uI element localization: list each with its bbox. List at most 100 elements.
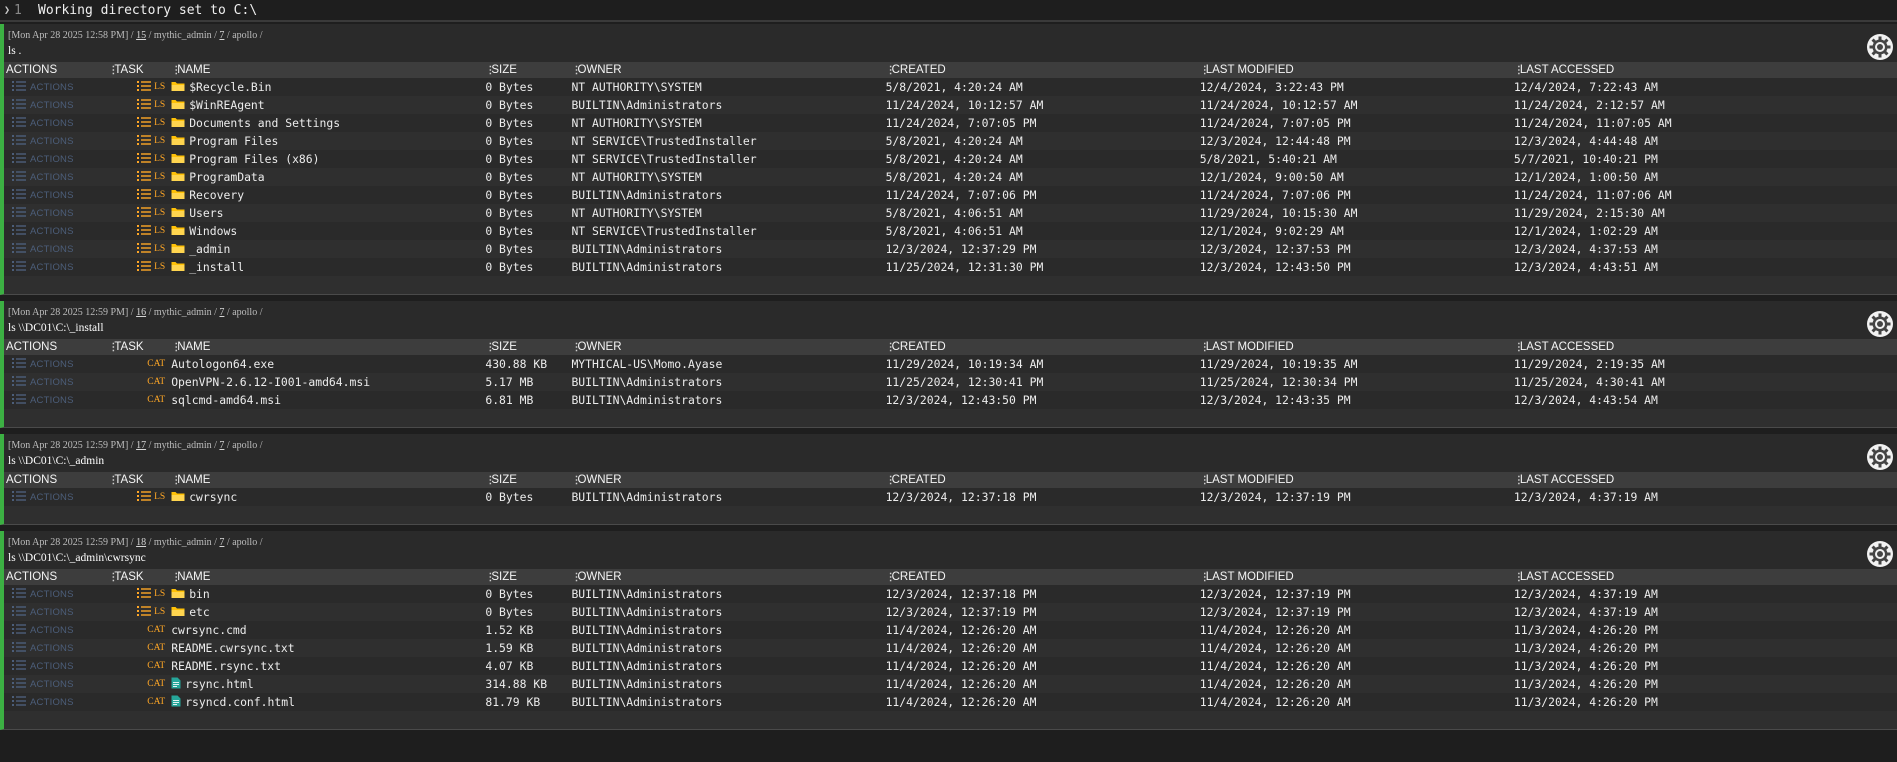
collapse-chevron-icon[interactable]: ❯ <box>0 5 14 16</box>
column-menu-icon[interactable]: ⋮ <box>485 572 495 583</box>
col-name-header[interactable]: ⋮NAME <box>169 62 483 78</box>
gear-icon[interactable] <box>1867 34 1893 60</box>
col-owner-header[interactable]: ⋮OWNER <box>569 569 883 585</box>
gear-icon[interactable] <box>1867 541 1893 567</box>
col-created-header[interactable]: ⋮CREATED <box>884 62 1198 78</box>
task-cell[interactable]: LS <box>108 587 169 602</box>
col-last-modified-header[interactable]: ⋮LAST MODIFIED <box>1198 472 1512 488</box>
col-owner-header[interactable]: ⋮OWNER <box>569 339 883 355</box>
task-cell[interactable]: CAT <box>108 377 169 387</box>
column-menu-icon[interactable]: ⋮ <box>886 342 896 353</box>
task-cell[interactable]: LS <box>108 242 169 257</box>
column-menu-icon[interactable]: ⋮ <box>171 342 181 353</box>
table-row[interactable]: ACTIONS LS etc 0 Bytes BUILTIN\Administrator… <box>4 603 1897 621</box>
table-row[interactable]: ACTIONS CAT README.cwrsync.txt 1.59 KB BUILT… <box>4 639 1897 657</box>
name-cell[interactable]: rsyncd.conf.html <box>171 695 483 710</box>
col-owner-header[interactable]: ⋮OWNER <box>569 472 883 488</box>
col-created-header[interactable]: ⋮CREATED <box>884 339 1198 355</box>
table-row[interactable]: ACTIONS LS Program Files (x86) 0 Bytes NT SE… <box>4 150 1897 168</box>
column-menu-icon[interactable]: ⋮ <box>171 65 181 76</box>
task-cell[interactable]: CAT <box>108 643 169 653</box>
table-row[interactable]: ACTIONS CAT rsyncd.conf.html 81.79 KB BUILTI… <box>4 693 1897 711</box>
name-cell[interactable]: etc <box>171 605 483 620</box>
column-menu-icon[interactable]: ⋮ <box>571 572 581 583</box>
actions-menu[interactable]: ACTIONS <box>6 641 106 656</box>
task-cell[interactable]: CAT <box>108 661 169 671</box>
task-cell[interactable]: LS <box>108 116 169 131</box>
actions-menu[interactable]: ACTIONS <box>6 623 106 638</box>
column-menu-icon[interactable]: ⋮ <box>1514 572 1524 583</box>
col-created-header[interactable]: ⋮CREATED <box>884 472 1198 488</box>
table-row[interactable]: ACTIONS LS _admin 0 Bytes BUILTIN\Administra… <box>4 240 1897 258</box>
actions-menu[interactable]: ACTIONS <box>6 375 106 390</box>
name-cell[interactable]: Program Files <box>171 134 483 149</box>
task-cell[interactable]: LS <box>108 170 169 185</box>
column-menu-icon[interactable]: ⋮ <box>571 475 581 486</box>
actions-menu[interactable]: ACTIONS <box>6 80 106 95</box>
column-menu-icon[interactable]: ⋮ <box>485 65 495 76</box>
table-row[interactable]: ACTIONS LS $Recycle.Bin 0 Bytes NT AUTHORITY… <box>4 78 1897 96</box>
actions-menu[interactable]: ACTIONS <box>6 152 106 167</box>
table-row[interactable]: ACTIONS CAT OpenVPN-2.6.12-I001-amd64.msi 5… <box>4 373 1897 391</box>
col-last-modified-header[interactable]: ⋮LAST MODIFIED <box>1198 339 1512 355</box>
table-row[interactable]: ACTIONS LS ProgramData 0 Bytes NT AUTHORITY\… <box>4 168 1897 186</box>
task-cell[interactable]: LS <box>108 80 169 95</box>
task-cell[interactable]: LS <box>108 188 169 203</box>
column-menu-icon[interactable]: ⋮ <box>886 572 896 583</box>
name-cell[interactable]: README.cwrsync.txt <box>171 641 483 655</box>
column-menu-icon[interactable]: ⋮ <box>1514 65 1524 76</box>
name-cell[interactable]: OpenVPN-2.6.12-I001-amd64.msi <box>171 375 483 389</box>
task-cell[interactable]: CAT <box>108 625 169 635</box>
col-task-header[interactable]: ⋮TASK <box>106 62 169 78</box>
task-cell[interactable]: LS <box>108 152 169 167</box>
actions-menu[interactable]: ACTIONS <box>6 490 106 505</box>
task-cell[interactable]: CAT <box>108 679 169 689</box>
actions-menu[interactable]: ACTIONS <box>6 224 106 239</box>
column-menu-icon[interactable]: ⋮ <box>886 65 896 76</box>
col-last-modified-header[interactable]: ⋮LAST MODIFIED <box>1198 569 1512 585</box>
column-menu-icon[interactable]: ⋮ <box>108 342 118 353</box>
task-id-link[interactable]: 15 <box>136 30 146 41</box>
actions-menu[interactable]: ACTIONS <box>6 170 106 185</box>
col-size-header[interactable]: ⋮SIZE <box>483 472 569 488</box>
actions-menu[interactable]: ACTIONS <box>6 116 106 131</box>
column-menu-icon[interactable]: ⋮ <box>886 475 896 486</box>
actions-menu[interactable]: ACTIONS <box>6 206 106 221</box>
column-menu-icon[interactable]: ⋮ <box>108 572 118 583</box>
col-owner-header[interactable]: ⋮OWNER <box>569 62 883 78</box>
name-cell[interactable]: Documents and Settings <box>171 116 483 131</box>
name-cell[interactable]: bin <box>171 587 483 602</box>
column-menu-icon[interactable]: ⋮ <box>485 475 495 486</box>
table-row[interactable]: ACTIONS LS Users 0 Bytes NT AUTHORITY\SYSTEM… <box>4 204 1897 222</box>
task-cell[interactable]: CAT <box>108 697 169 707</box>
task-cell[interactable]: CAT <box>108 359 169 369</box>
column-menu-icon[interactable]: ⋮ <box>108 65 118 76</box>
actions-menu[interactable]: ACTIONS <box>6 659 106 674</box>
name-cell[interactable]: Users <box>171 206 483 221</box>
table-row[interactable]: ACTIONS LS _install 0 Bytes BUILTIN\Administ… <box>4 258 1897 276</box>
col-size-header[interactable]: ⋮SIZE <box>483 62 569 78</box>
actions-menu[interactable]: ACTIONS <box>6 605 106 620</box>
name-cell[interactable]: Recovery <box>171 188 483 203</box>
task-cell[interactable]: LS <box>108 260 169 275</box>
actions-menu[interactable]: ACTIONS <box>6 587 106 602</box>
callback-id-link[interactable]: 7 <box>219 30 224 41</box>
table-row[interactable]: ACTIONS CAT README.rsync.txt 4.07 KB BUILTIN… <box>4 657 1897 675</box>
column-menu-icon[interactable]: ⋮ <box>1200 475 1210 486</box>
name-cell[interactable]: rsync.html <box>171 677 483 692</box>
task-cell[interactable]: LS <box>108 490 169 505</box>
column-menu-icon[interactable]: ⋮ <box>1200 572 1210 583</box>
col-name-header[interactable]: ⋮NAME <box>169 472 483 488</box>
table-row[interactable]: ACTIONS LS Windows 0 Bytes NT SERVICE\Truste… <box>4 222 1897 240</box>
column-menu-icon[interactable]: ⋮ <box>1200 65 1210 76</box>
actions-menu[interactable]: ACTIONS <box>6 134 106 149</box>
column-menu-icon[interactable]: ⋮ <box>171 572 181 583</box>
table-row[interactable]: ACTIONS CAT sqlcmd-amd64.msi 6.81 MB BUILTIN… <box>4 391 1897 409</box>
column-menu-icon[interactable]: ⋮ <box>1200 342 1210 353</box>
task-cell[interactable]: LS <box>108 206 169 221</box>
table-row[interactable]: ACTIONS CAT cwrsync.cmd 1.52 KB BUILTIN\Admi… <box>4 621 1897 639</box>
column-menu-icon[interactable]: ⋮ <box>485 342 495 353</box>
column-menu-icon[interactable]: ⋮ <box>571 65 581 76</box>
gear-icon[interactable] <box>1867 311 1893 337</box>
name-cell[interactable]: _install <box>171 260 483 275</box>
